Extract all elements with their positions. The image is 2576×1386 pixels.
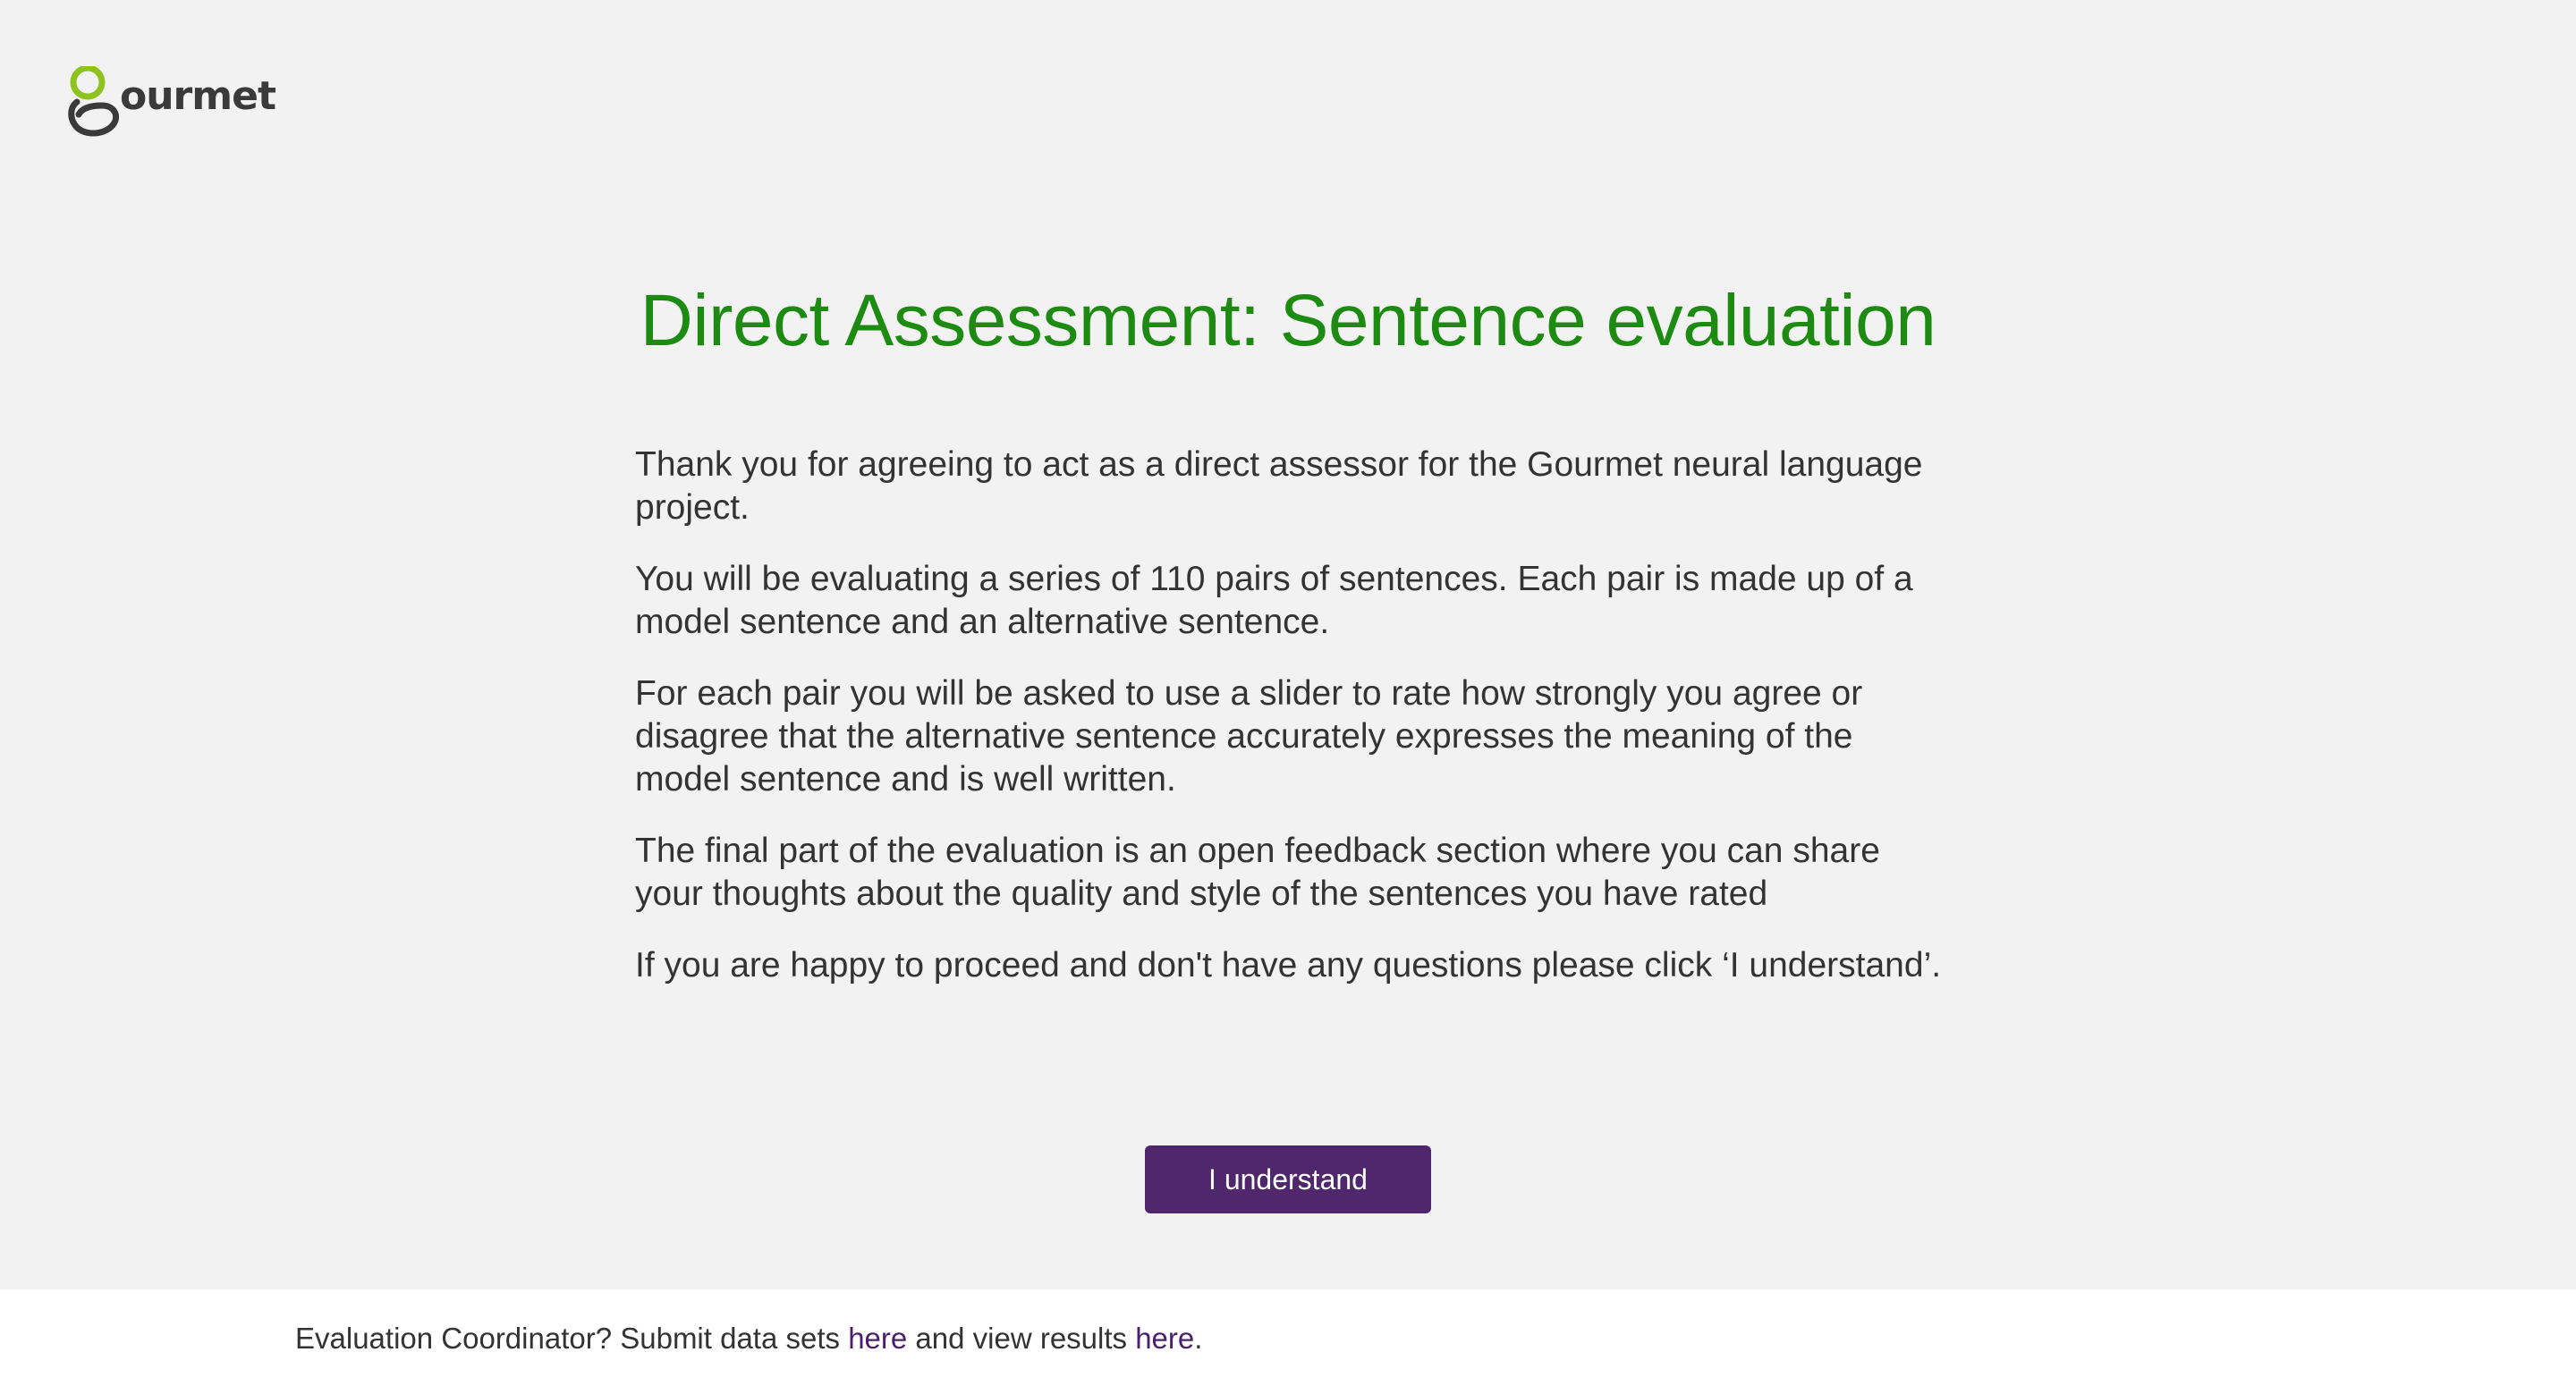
footer-suffix: . — [1194, 1322, 1203, 1355]
i-understand-button[interactable]: I understand — [1145, 1145, 1431, 1213]
gourmet-g-logo-icon — [68, 66, 119, 137]
footer: Evaluation Coordinator? Submit data sets… — [0, 1289, 2576, 1386]
instruction-paragraph: Thank you for agreeing to act as a direc… — [635, 445, 1923, 527]
logo-wordmark: ourmet — [120, 73, 276, 119]
page-title: Direct Assessment: Sentence evaluation — [640, 280, 1936, 361]
view-results-link[interactable]: here — [1135, 1322, 1194, 1355]
main-content: ourmet Direct Assessment: Sentence evalu… — [0, 0, 2576, 1289]
instruction-paragraph: If you are happy to proceed and don't ha… — [635, 946, 1942, 985]
footer-middle: and view results — [907, 1322, 1136, 1355]
submit-data-sets-link[interactable]: here — [848, 1322, 907, 1355]
gourmet-logo[interactable]: ourmet — [68, 66, 276, 141]
instructions: Thank you for agreeing to act as a direc… — [635, 444, 1950, 1016]
footer-text: Evaluation Coordinator? Submit data sets… — [295, 1322, 1202, 1356]
footer-prefix: Evaluation Coordinator? Submit data sets — [295, 1322, 849, 1355]
instruction-paragraph: The final part of the evaluation is an o… — [635, 832, 1880, 913]
instruction-paragraph: For each pair you will be asked to use a… — [635, 674, 1863, 799]
instruction-paragraph: You will be evaluating a series of 110 p… — [635, 560, 1913, 641]
